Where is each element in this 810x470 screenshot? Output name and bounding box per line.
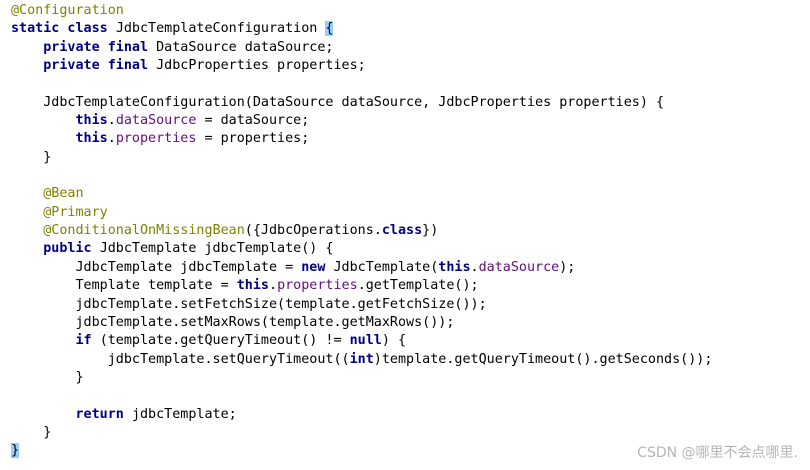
code-line[interactable]: private final JdbcProperties properties; <box>11 57 810 75</box>
code-area[interactable]: @Configuration static class JdbcTemplateC… <box>11 2 810 461</box>
code-line[interactable]: JdbcTemplate jdbcTemplate = new JdbcTemp… <box>11 259 810 277</box>
code-token: ); <box>559 259 576 275</box>
code-line[interactable]: @ConditionalOnMissingBean({JdbcOperation… <box>11 222 810 240</box>
csdn-watermark: CSDN @哪里不会点哪里. <box>637 445 798 461</box>
code-token: } <box>43 424 52 440</box>
annotation-token: @Configuration <box>11 3 124 18</box>
code-token: } <box>43 149 52 165</box>
code-token: . <box>269 278 278 294</box>
code-line[interactable]: Template template = this.properties.getT… <box>11 277 810 295</box>
keyword-token: if <box>75 333 100 349</box>
code-line[interactable]: this.dataSource = dataSource; <box>11 112 810 130</box>
matched-brace: } <box>11 443 20 459</box>
code-line[interactable]: @Bean <box>11 185 810 203</box>
code-line[interactable]: jdbcTemplate.setQueryTimeout((int)templa… <box>11 351 810 369</box>
keyword-token: private final <box>43 58 157 74</box>
code-editor[interactable]: @Configuration static class JdbcTemplateC… <box>0 0 810 470</box>
field-token: dataSource <box>478 259 560 275</box>
keyword-token: class <box>381 223 423 239</box>
field-token: dataSource <box>115 113 197 129</box>
annotation-token: @Bean <box>43 186 84 202</box>
code-token: .getTemplate(); <box>357 278 479 294</box>
code-token: = properties; <box>196 131 310 147</box>
keyword-token: return <box>75 406 132 422</box>
code-line[interactable]: jdbcTemplate.setFetchSize(template.getFe… <box>11 296 810 314</box>
keyword-token: null <box>349 333 382 349</box>
code-line[interactable]: } <box>11 149 810 167</box>
code-token: JdbcTemplateConfiguration <box>115 21 326 37</box>
code-line[interactable]: JdbcTemplateConfiguration(DataSource dat… <box>11 94 810 112</box>
code-line[interactable]: private final DataSource dataSource; <box>11 39 810 57</box>
annotation-token: @ConditionalOnMissingBean <box>43 223 245 239</box>
keyword-token: static class <box>11 21 116 37</box>
code-line[interactable]: } <box>11 369 810 387</box>
keyword-token: private final <box>43 39 157 55</box>
code-line[interactable]: @Primary <box>11 204 810 222</box>
code-token: DataSource dataSource; <box>156 39 334 55</box>
code-token: = dataSource; <box>196 113 310 129</box>
code-line[interactable]: return jdbcTemplate; <box>11 406 810 424</box>
code-line[interactable]: if (template.getQueryTimeout() != null) … <box>11 332 810 350</box>
code-token: jdbcTemplate.setFetchSize(template.getFe… <box>75 296 487 312</box>
code-token: . <box>107 113 116 129</box>
code-token: JdbcProperties properties; <box>156 58 366 74</box>
matched-brace: { <box>325 21 334 37</box>
keyword-token: public <box>43 241 100 257</box>
keyword-token: this <box>438 259 471 275</box>
code-token: } <box>75 369 84 385</box>
code-line[interactable]: jdbcTemplate.setMaxRows(template.getMaxR… <box>11 314 810 332</box>
code-line[interactable]: this.properties = properties; <box>11 130 810 148</box>
code-token: ({JdbcOperations. <box>244 223 382 239</box>
code-line[interactable]: } <box>11 424 810 442</box>
code-token: JdbcTemplate jdbcTemplate = <box>75 259 302 275</box>
code-token: Template template = <box>75 278 237 294</box>
keyword-token: this <box>75 131 108 147</box>
code-token: jdbcTemplate.setQueryTimeout(( <box>107 351 350 367</box>
code-line[interactable]: @Configuration <box>11 2 810 20</box>
code-token: JdbcTemplateConfiguration(DataSource dat… <box>43 94 665 110</box>
code-token: jdbcTemplate; <box>131 406 237 422</box>
code-line[interactable]: public JdbcTemplate jdbcTemplate() { <box>11 240 810 258</box>
code-token: (template.getQueryTimeout() != <box>99 333 350 349</box>
code-token: . <box>107 131 116 147</box>
code-token: ) { <box>381 333 407 349</box>
code-token: JdbcTemplate jdbcTemplate() { <box>99 241 334 257</box>
keyword-token: this <box>75 113 108 129</box>
code-line[interactable] <box>11 387 810 405</box>
code-line[interactable] <box>11 167 810 185</box>
field-token: properties <box>277 278 358 294</box>
field-token: properties <box>115 131 197 147</box>
code-line[interactable] <box>11 75 810 93</box>
annotation-token: @Primary <box>43 204 108 220</box>
code-token: }) <box>422 223 439 239</box>
keyword-token: int <box>349 351 374 367</box>
code-token: jdbcTemplate.setMaxRows(template.getMaxR… <box>75 314 455 330</box>
code-token: )template.getQueryTimeout().getSeconds()… <box>373 351 713 367</box>
code-line[interactable]: static class JdbcTemplateConfiguration { <box>11 20 810 38</box>
code-token: JdbcTemplate( <box>333 259 439 275</box>
keyword-token: this <box>236 278 269 294</box>
code-token: . <box>470 259 479 275</box>
keyword-token: new <box>301 259 334 275</box>
